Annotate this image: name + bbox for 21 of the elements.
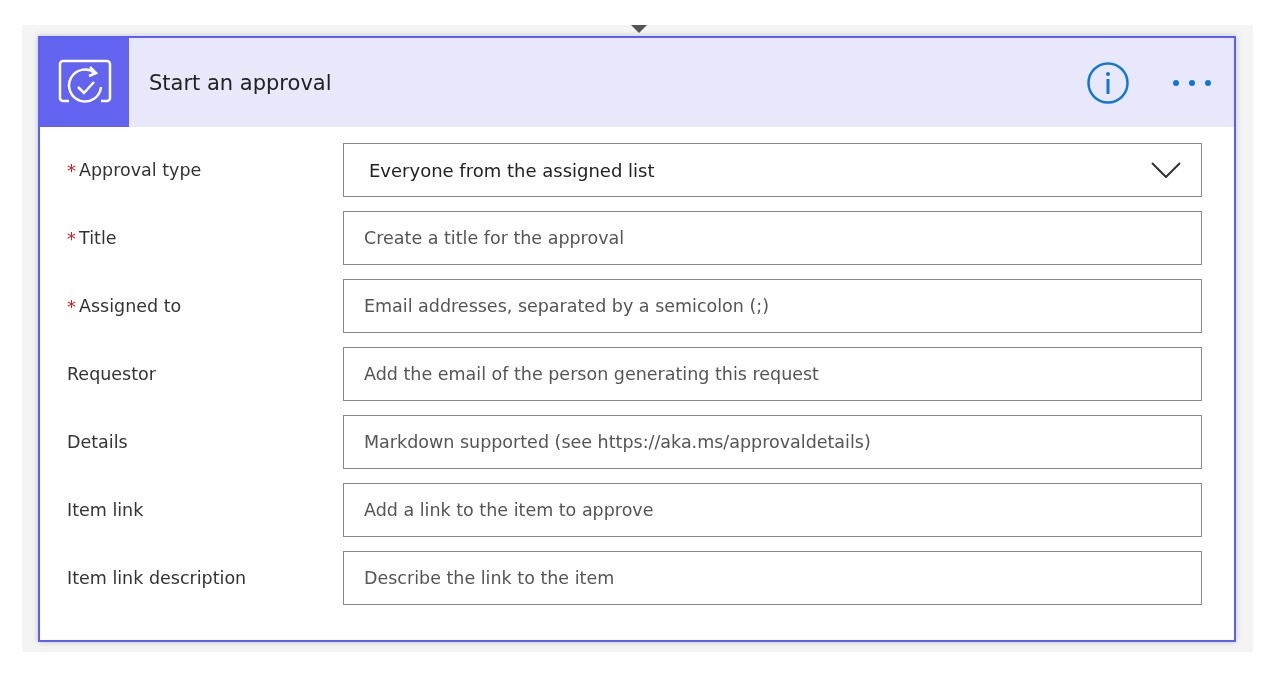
input-field[interactable]: Add the email of the person generating this request [343,347,1202,401]
more-options-icon[interactable] [1172,78,1212,87]
input-field[interactable]: Email addresses, separated by a semicolon (;) [343,279,1202,333]
required-mark: * [67,159,76,181]
field-label: Approval type [79,160,202,180]
input-field[interactable]: Add a link to the item to approve [343,483,1202,537]
field-label: Item link description [67,568,247,588]
field-label: Assigned to [79,296,182,316]
field-label: Item link [67,500,144,520]
card-title: Start an approval [149,70,333,95]
input-field[interactable]: Markdown supported (see https://aka.ms/approvaldetails) [343,415,1202,469]
input-field[interactable]: Describe the link to the item [343,551,1202,605]
required-mark: * [67,295,76,317]
info-icon[interactable] [1086,60,1130,105]
dropdown[interactable]: Everyone from the assigned list [343,143,1202,197]
field-label: Details [67,432,128,452]
field-label: Requestor [67,364,156,384]
input-field[interactable]: Create a title for the approval [343,211,1202,265]
required-mark: * [67,227,76,249]
chevron-down-icon [1151,162,1181,178]
field-label: Title [79,228,117,248]
